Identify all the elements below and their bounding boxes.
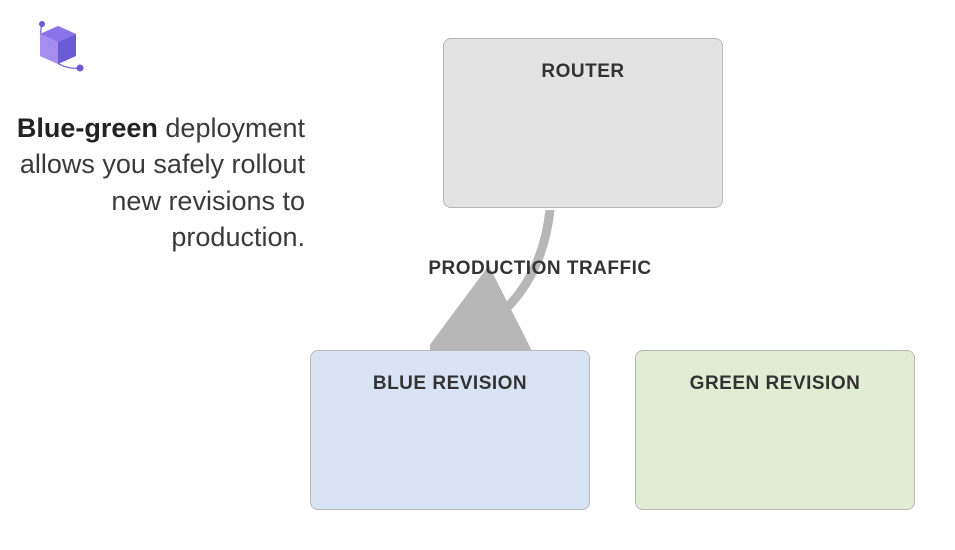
traffic-arrow [430, 210, 600, 350]
blue-revision-box: BLUE REVISION [310, 350, 590, 510]
diagram-stage: Blue-green deployment allows you safely … [0, 0, 955, 550]
container-apps-icon [30, 18, 90, 78]
router-box: ROUTER [443, 38, 723, 208]
description-text: Blue-green deployment allows you safely … [10, 110, 305, 256]
green-revision-label: GREEN REVISION [690, 373, 861, 394]
description-bold: Blue-green [17, 113, 158, 143]
traffic-label: PRODUCTION TRAFFIC [400, 258, 680, 280]
green-revision-box: GREEN REVISION [635, 350, 915, 510]
router-label: ROUTER [541, 61, 624, 82]
blue-revision-label: BLUE REVISION [373, 373, 527, 394]
